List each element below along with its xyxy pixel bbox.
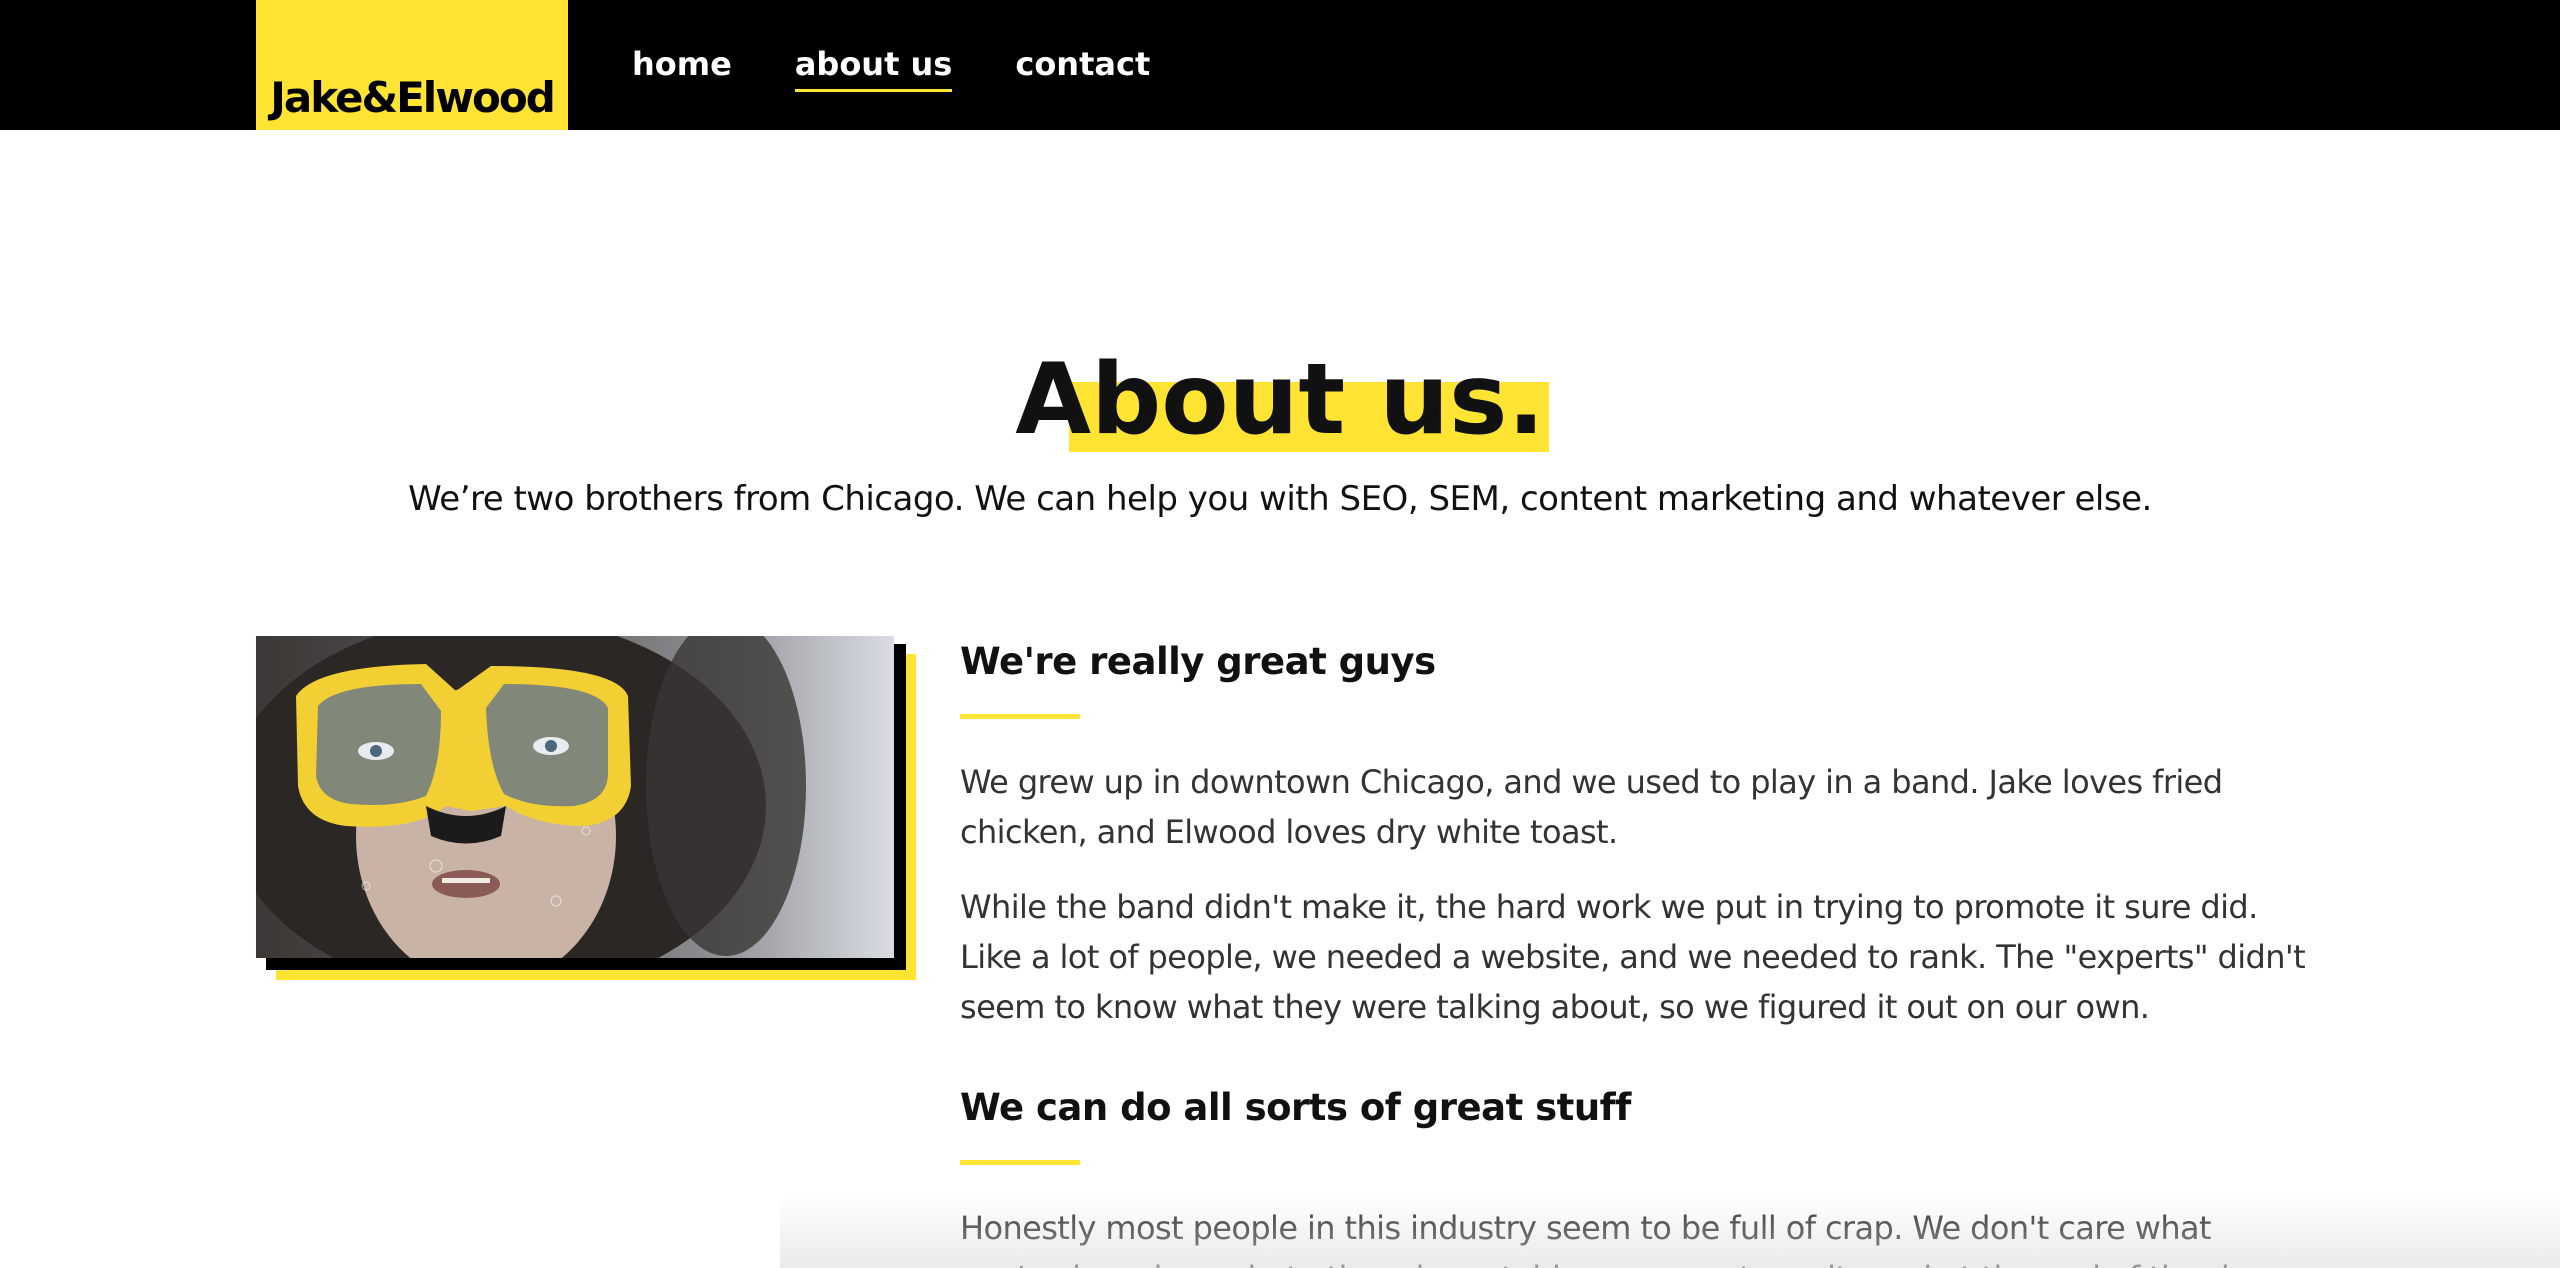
page-title-text: About us. [1015, 343, 1545, 457]
snorkel-mask-photo [256, 636, 894, 958]
nav-link-home[interactable]: home [632, 40, 732, 90]
main-nav: home about us contact [632, 40, 1213, 92]
intro-text: We’re two brothers from Chicago. We can … [408, 479, 2152, 519]
snorkel-mask-illustration [256, 636, 806, 958]
paragraph: Honestly most people in this industry se… [960, 1209, 2267, 1268]
page-title: About us. [0, 345, 2560, 455]
nav-link-contact[interactable]: contact [1015, 40, 1150, 90]
nav-link-about-us[interactable]: about us [794, 40, 952, 92]
section-heading-great-stuff: We can do all sorts of great stuff [960, 1086, 1631, 1129]
section-heading-great-guys: We're really great guys [960, 640, 1436, 683]
section-underline [960, 1160, 1080, 1165]
section-underline [960, 714, 1080, 719]
page: Jake&Elwood home about us contact About … [0, 0, 2560, 1268]
paragraph: While the band didn't make it, the hard … [960, 888, 2306, 1026]
paragraph: We grew up in downtown Chicago, and we u… [960, 763, 2223, 851]
logo-text: Jake&Elwood [270, 73, 556, 122]
top-navigation-bar: Jake&Elwood home about us contact [0, 0, 2560, 130]
logo-link[interactable]: Jake&Elwood [256, 0, 568, 130]
about-content: We're really great guys We grew up in do… [960, 630, 2310, 1268]
